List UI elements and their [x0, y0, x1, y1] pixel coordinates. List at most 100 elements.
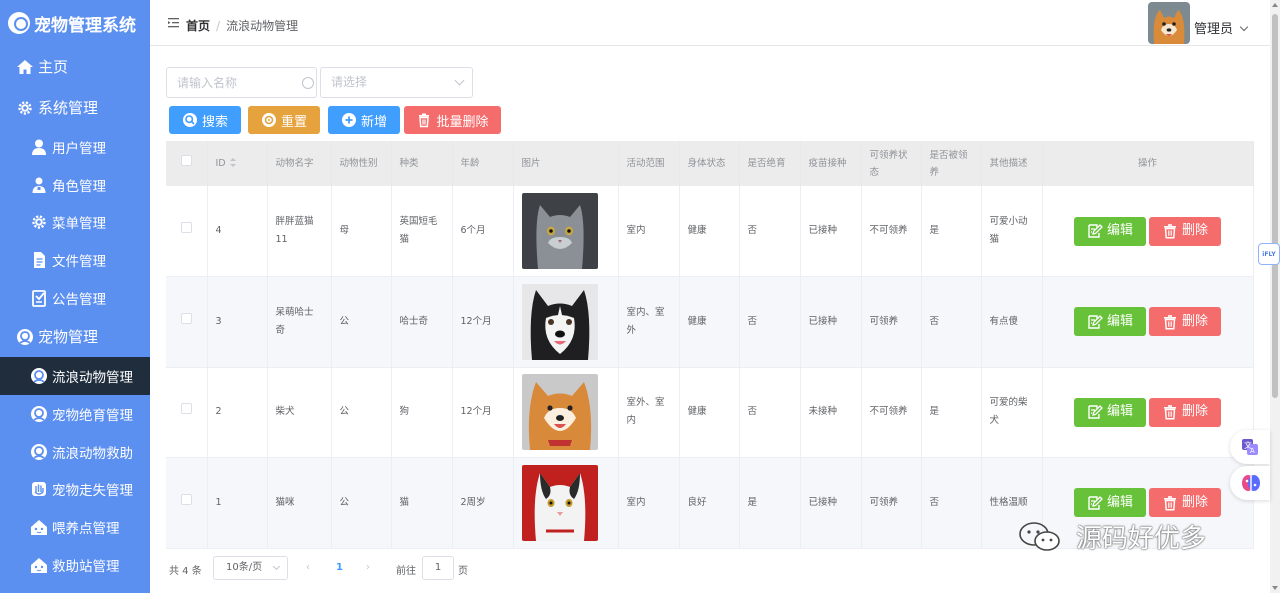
cell-vaccine: 已接种: [800, 457, 862, 549]
cell-age: 2周岁: [452, 457, 514, 549]
sidebar-item[interactable]: 宠物管理: [0, 316, 150, 357]
cell-desc: 可爱小动猫: [981, 186, 1043, 277]
top-header: 首页 / 流浪动物管理 管理员: [150, 0, 1270, 46]
prev-page-button[interactable]: ‹: [306, 562, 310, 573]
app-logo: 宠物管理系统: [0, 0, 150, 46]
hand-icon: [30, 480, 48, 498]
row-select-cell: [166, 457, 208, 549]
next-page-button[interactable]: ›: [366, 562, 370, 573]
sort-icon[interactable]: [229, 158, 236, 167]
sidebar-item[interactable]: 救助站管理: [0, 546, 150, 584]
sidebar-item-label: 角色管理: [52, 178, 106, 195]
breadcrumb: 首页 / 流浪动物管理: [186, 17, 298, 34]
cell-age: 6个月: [452, 186, 514, 277]
edit-button[interactable]: 编辑: [1074, 216, 1146, 246]
gray-cat-image[interactable]: [521, 193, 598, 269]
table-row: 2 柴犬公狗 12个月 室外、室内 健康否未接种 不可领养是可爱的柴犬 编辑 删除: [166, 367, 1254, 458]
husky-image[interactable]: [521, 283, 598, 360]
cell-vaccine: 已接种: [800, 276, 862, 368]
row-checkbox[interactable]: [180, 222, 192, 233]
cell-range: 室外、室内: [618, 367, 680, 458]
refresh-icon: [261, 112, 277, 128]
select-placeholder: 请选择: [331, 75, 368, 89]
delete-button[interactable]: 删除: [1149, 216, 1221, 246]
chevron-down-icon: [272, 562, 281, 571]
cell-name: 柴犬: [267, 367, 332, 458]
sidebar-item[interactable]: 公告管理: [0, 279, 150, 317]
sidebar-item-label: 菜单管理: [52, 216, 106, 233]
user-menu[interactable]: 管理员: [1194, 18, 1249, 37]
table-row: 3 呆萌哈士奇公哈士奇 12个月 室内、室外 健康否已接种 可领养否有点傻 编辑 删除: [166, 276, 1254, 368]
assistant-badge[interactable]: iFLY: [1258, 243, 1280, 265]
delete-button[interactable]: 删除: [1149, 488, 1221, 518]
edit-button[interactable]: 编辑: [1074, 307, 1146, 337]
sidebar-item[interactable]: 文件管理: [0, 241, 150, 279]
sidebar-item[interactable]: 流浪动物管理: [0, 357, 150, 396]
cell-image: [513, 457, 619, 549]
scroll-up-icon[interactable]: [1272, 3, 1278, 7]
col-id-label: ID: [215, 158, 226, 169]
delete-button[interactable]: 删除: [1149, 307, 1221, 337]
sidebar-item[interactable]: 主页: [0, 46, 150, 87]
cell-neutered: 否: [739, 276, 801, 368]
row-checkbox[interactable]: [180, 493, 192, 505]
cell-name: 呆萌哈士奇: [267, 276, 332, 368]
edit-icon: [1087, 404, 1103, 420]
white-cat-image[interactable]: [521, 464, 598, 541]
pet-icon: [16, 328, 34, 346]
row-actions: 编辑 删除: [1051, 216, 1245, 246]
sidebar-item[interactable]: 菜单管理: [0, 203, 150, 241]
sidebar-item[interactable]: 用户管理: [0, 128, 150, 166]
sidebar-item-label: 喂养点管理: [52, 521, 120, 538]
sidebar-item[interactable]: 角色管理: [0, 166, 150, 204]
delete-button[interactable]: 删除: [1149, 397, 1221, 427]
sidebar-item[interactable]: 流浪动物救助: [0, 433, 150, 471]
page-size-select[interactable]: 10条/页: [213, 556, 288, 580]
cell-neutered: 否: [739, 367, 801, 458]
breadcrumb-home[interactable]: 首页: [186, 19, 210, 33]
name-search-input[interactable]: [166, 67, 317, 98]
cell-adopted: 否: [921, 276, 982, 368]
plus-circle-icon: [341, 112, 357, 128]
breadcrumb-current: 流浪动物管理: [226, 19, 299, 33]
sidebar-item-label: 用户管理: [52, 140, 106, 157]
sidebar-item[interactable]: 系统管理: [0, 87, 150, 128]
page-number[interactable]: 1: [336, 562, 343, 573]
row-checkbox[interactable]: [180, 403, 192, 415]
cell-id: 1: [207, 457, 268, 549]
row-checkbox[interactable]: [180, 312, 192, 324]
page-scrollbar[interactable]: [1270, 0, 1280, 593]
goto-page-input[interactable]: 1: [422, 556, 454, 580]
shiba-image[interactable]: [521, 374, 598, 451]
select-all-checkbox[interactable]: [180, 155, 192, 166]
page-size-label: 10条/页: [226, 562, 263, 573]
batch-delete-button[interactable]: 批量删除: [404, 106, 501, 134]
sidebar-item[interactable]: 宠物绝育管理: [0, 395, 150, 433]
avatar[interactable]: [1148, 2, 1190, 44]
cell-id: 3: [207, 276, 268, 368]
translate-float-button[interactable]: 文A: [1230, 430, 1270, 464]
house-icon: [30, 518, 48, 536]
sidebar-item[interactable]: 宠物走失管理: [0, 471, 150, 509]
delete-label: 删除: [1181, 404, 1208, 420]
col-header-id[interactable]: ID: [207, 141, 268, 186]
menu-fold-icon[interactable]: [168, 17, 179, 28]
add-button[interactable]: 新增: [328, 106, 400, 134]
sidebar-item-label: 宠物管理: [38, 328, 99, 347]
cell-adopted: 否: [921, 457, 982, 549]
cell-health: 良好: [679, 457, 740, 549]
status-select[interactable]: 请选择: [320, 67, 473, 98]
edit-button[interactable]: 编辑: [1074, 488, 1146, 518]
sidebar-item[interactable]: 喂养点管理: [0, 508, 150, 546]
sidebar-item-label: 宠物绝育管理: [52, 407, 133, 424]
reset-button[interactable]: 重置: [248, 106, 320, 134]
app-root: 宠物管理系统 主页 系统管理 用户管理 角色管理 菜单管理 文件管理 公告管理 宠物管理 流浪动…: [0, 0, 1280, 593]
search-button[interactable]: 搜索: [169, 106, 241, 134]
sidebar-item-label: 救助站管理: [52, 558, 120, 575]
scroll-down-icon[interactable]: [1272, 586, 1278, 590]
col-header-species: 种类: [391, 141, 453, 186]
scrollbar-thumb[interactable]: [1272, 14, 1278, 398]
ai-float-button[interactable]: [1230, 466, 1270, 500]
search-icon: [302, 77, 314, 89]
edit-button[interactable]: 编辑: [1074, 397, 1146, 427]
